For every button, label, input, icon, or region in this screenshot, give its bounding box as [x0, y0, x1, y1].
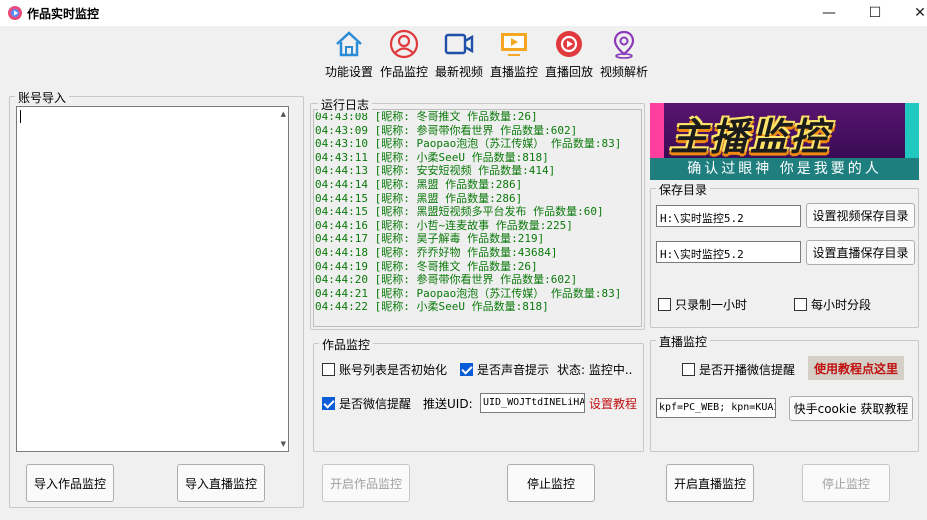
banner-subtitle: 确认过眼神 你是我要的人 — [650, 158, 919, 180]
import-live-monitor-button[interactable]: 导入直播监控 — [177, 464, 265, 502]
push-uid-input[interactable]: UID_WOJTtdINELiHA — [480, 393, 585, 413]
usage-tutorial-button[interactable]: 使用教程点这里 — [808, 356, 904, 380]
maximize-button[interactable]: ☐ — [852, 0, 898, 26]
save-dir-label: 保存目录 — [656, 181, 711, 198]
banner-stripe — [905, 103, 919, 163]
replay-icon — [556, 31, 582, 57]
setup-tutorial-link[interactable]: 设置教程 — [589, 395, 637, 412]
log-line: 04:43:11 [昵称: 小柔SeeU 作品数量:818] — [315, 150, 549, 164]
kuaishou-cookie-tutorial-button[interactable]: 快手cookie 获取教程 — [789, 396, 913, 421]
run-log-box[interactable]: 04:43:08 [昵称: 冬哥推文 作品数量:26] 04:43:09 [昵称… — [313, 109, 642, 327]
set-live-save-dir-button[interactable]: 设置直播保存目录 — [806, 240, 915, 265]
log-line: 04:44:16 [昵称: 小哲~连麦故事 作品数量:225] — [315, 218, 573, 232]
init-account-list-checkbox[interactable]: 账号列表是否初始化 — [322, 361, 447, 378]
close-button[interactable]: ✕ — [897, 0, 927, 26]
start-works-monitor-button[interactable]: 开启作品监控 — [322, 464, 410, 502]
banner-title: 主播监控 — [670, 115, 831, 159]
video-icon — [444, 33, 474, 55]
toolbar-feature-settings[interactable]: 功能设置 — [319, 28, 379, 80]
toolbar-live-replay[interactable]: 直播回放 — [539, 28, 599, 80]
tv-play-icon — [501, 33, 527, 56]
monitor-status-text: 状态: 监控中.. — [557, 363, 633, 377]
live-monitor-label: 直播监控 — [656, 333, 711, 350]
banner-image: 主播监控 确认过眼神 你是我要的人 — [650, 103, 919, 180]
banner-stripe — [650, 103, 664, 163]
stop-live-monitor-button[interactable]: 停止监控 — [802, 464, 890, 502]
home-icon — [336, 31, 362, 57]
checkbox-label: 账号列表是否初始化 — [339, 363, 448, 377]
app-logo-icon — [8, 6, 22, 20]
wechat-alert-checkbox[interactable]: 是否微信提醒 — [322, 395, 411, 412]
log-line: 04:44:22 [昵称: 小柔SeeU 作品数量:818] — [315, 300, 549, 314]
checkbox-label: 是否微信提醒 — [339, 397, 412, 411]
log-line: 04:44:21 [昵称: Paopao泡泡（苏江传媒） 作品数量:83] — [315, 286, 622, 300]
log-line: 04:43:09 [昵称: 参哥带你看世界 作品数量:602] — [315, 123, 578, 137]
run-log-label: 运行日志 — [318, 96, 373, 113]
video-save-path-input[interactable]: H:\实时监控5.2 — [656, 205, 801, 227]
log-line: 04:44:17 [昵称: 昊子解毒 作品数量:219] — [315, 232, 545, 246]
checkbox-box[interactable] — [682, 363, 695, 376]
account-list-textarea[interactable]: ▲ ▼ — [16, 106, 289, 452]
checkbox-box[interactable] — [460, 363, 473, 376]
checkbox-label: 是否开播微信提醒 — [699, 363, 796, 377]
segment-hourly-checkbox[interactable]: 每小时分段 — [794, 296, 871, 313]
log-line: 04:44:15 [昵称: 黑盟短视频多平台发布 作品数量:60] — [315, 205, 604, 219]
text-cursor — [20, 110, 21, 123]
works-monitor-label: 作品监控 — [319, 336, 374, 353]
checkbox-label: 每小时分段 — [811, 298, 872, 312]
log-line: 04:44:20 [昵称: 参哥带你看世界 作品数量:602] — [315, 273, 578, 287]
log-line: 04:44:19 [昵称: 冬哥推文 作品数量:26] — [315, 259, 538, 273]
user-icon — [389, 29, 419, 59]
checkbox-label: 只录制一小时 — [675, 298, 748, 312]
toolbar-live-monitor[interactable]: 直播监控 — [484, 28, 544, 80]
sound-alert-checkbox[interactable]: 是否声音提示 — [460, 361, 549, 378]
scroll-down-arrow-icon[interactable]: ▼ — [281, 440, 286, 448]
toolbar-label: 作品监控 — [379, 65, 428, 79]
toolbar-label: 最新视频 — [434, 65, 483, 79]
checkbox-box[interactable] — [794, 298, 807, 311]
toolbar-label: 直播监控 — [489, 65, 538, 79]
toolbar-works-monitor[interactable]: 作品监控 — [374, 28, 434, 80]
log-line: 04:44:13 [昵称: 安安短视频 作品数量:414] — [315, 164, 556, 178]
checkbox-box[interactable] — [658, 298, 671, 311]
log-line: 04:44:15 [昵称: 黑盟 作品数量:286] — [315, 191, 523, 205]
minimize-button[interactable]: — — [806, 0, 852, 26]
location-icon — [613, 30, 635, 59]
checkbox-box[interactable] — [322, 397, 335, 410]
window-title: 作品实时监控 — [27, 7, 100, 21]
log-line: 04:44:18 [昵称: 乔乔好物 作品数量:43684] — [315, 245, 558, 259]
stop-works-monitor-button[interactable]: 停止监控 — [507, 464, 595, 502]
account-import-label: 账号导入 — [15, 89, 70, 106]
log-line: 04:43:10 [昵称: Paopao泡泡（苏江传媒） 作品数量:83] — [315, 137, 622, 151]
live-save-path-input[interactable]: H:\实时监控5.2 — [656, 241, 801, 263]
checkbox-label: 是否声音提示 — [477, 363, 550, 377]
cookie-input[interactable]: kpf=PC_WEB; kpn=KUAI — [656, 398, 776, 418]
record-one-hour-checkbox[interactable]: 只录制一小时 — [658, 296, 747, 313]
import-works-monitor-button[interactable]: 导入作品监控 — [26, 464, 114, 502]
checkbox-box[interactable] — [322, 363, 335, 376]
toolbar-label: 直播回放 — [544, 65, 593, 79]
toolbar-label: 功能设置 — [324, 65, 373, 79]
live-wechat-alert-checkbox[interactable]: 是否开播微信提醒 — [682, 361, 795, 378]
push-uid-label: 推送UID: — [423, 397, 473, 411]
set-video-save-dir-button[interactable]: 设置视频保存目录 — [806, 203, 915, 228]
toolbar-label: 视频解析 — [599, 65, 648, 79]
toolbar-latest-videos[interactable]: 最新视频 — [429, 28, 489, 80]
toolbar-video-parse[interactable]: 视频解析 — [594, 28, 654, 80]
start-live-monitor-button[interactable]: 开启直播监控 — [666, 464, 754, 502]
title-bar: 作品实时监控 — ☐ ✕ — [0, 0, 927, 26]
scroll-up-arrow-icon[interactable]: ▲ — [281, 110, 286, 118]
log-line: 04:44:14 [昵称: 黑盟 作品数量:286] — [315, 177, 523, 191]
